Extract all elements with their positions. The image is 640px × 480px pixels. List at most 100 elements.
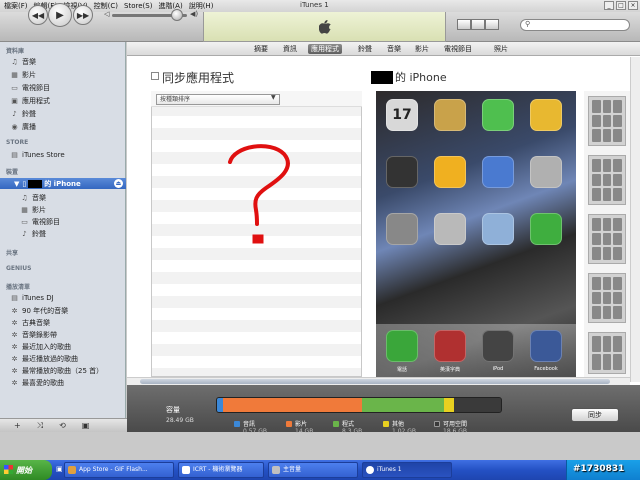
playlist-item[interactable]: ✲ 音樂錄影帶 (10, 330, 57, 340)
facebook-app-icon[interactable] (530, 330, 562, 362)
sync-apps-checkbox[interactable] (151, 72, 159, 80)
tab-tv[interactable]: 電視節目 (441, 44, 475, 54)
capacity-bar (216, 397, 502, 413)
coverflow-view-button[interactable] (485, 19, 499, 30)
messages-app-icon[interactable] (482, 99, 514, 131)
mail-app-icon[interactable] (482, 156, 514, 188)
app-a-app-icon[interactable] (434, 213, 466, 245)
sort-dropdown[interactable]: 按種類排序 (156, 94, 280, 105)
playlist-item[interactable]: ✲ 90 年代的音樂 (10, 306, 69, 316)
artwork-button[interactable]: ▣ (82, 421, 90, 430)
tv-icon: ▭ (11, 84, 18, 92)
playlist-item[interactable]: ✲ 最近加入的歌曲 (10, 342, 71, 352)
menu-store[interactable]: Store(S) (124, 2, 152, 10)
playlist-item[interactable]: ✲ 最喜愛的歌曲 (10, 378, 64, 388)
add-playlist-button[interactable]: + (14, 421, 21, 430)
gear-icon: ✲ (11, 343, 18, 351)
playlist-item[interactable]: ✲ 最近播放過的歌曲 (10, 354, 78, 364)
tab-music[interactable]: 音樂 (384, 44, 404, 54)
next-track-button[interactable]: ▶▶ (73, 5, 93, 25)
page-thumbnail[interactable] (588, 214, 626, 264)
dj-icon: ▤ (11, 294, 18, 302)
quick-launch-icon[interactable]: ▣ (56, 465, 63, 473)
apps-icon: ▣ (11, 97, 18, 105)
notes-app-icon[interactable] (530, 156, 562, 188)
sidebar-item-movies[interactable]: ▦ 影片 (10, 70, 36, 80)
iphone-title: 的 iPhone (371, 69, 447, 85)
legend-size: 18.6 GB (443, 428, 468, 435)
vertical-scrollbar[interactable] (630, 57, 640, 382)
capacity-total: 28.49 GB (166, 417, 194, 424)
tab-apps[interactable]: 應用程式 (308, 44, 342, 54)
taskbar-item[interactable]: ICRT - 機術瀏覽器 (178, 462, 264, 478)
shuffle-button[interactable]: ⤨ (37, 421, 43, 431)
sidebar-device-movies[interactable]: ▦ 影片 (20, 205, 46, 215)
ipod-app-icon[interactable] (482, 330, 514, 362)
page-thumbnail[interactable] (588, 155, 626, 205)
taskbar-item-active[interactable]: iTunes 1 (362, 462, 452, 478)
settings-app-icon[interactable] (386, 213, 418, 245)
list-view-button[interactable] (457, 19, 471, 30)
capacity-segment (222, 398, 362, 412)
dictionary-app-label: 英漢字典 (439, 367, 460, 373)
close-button[interactable]: × (628, 1, 638, 10)
taskbar-item[interactable]: 主音量 (268, 462, 358, 478)
gear-icon: ✲ (11, 379, 18, 387)
sidebar-device-ringtones[interactable]: ♪ 鈴聲 (20, 229, 46, 239)
previous-track-button[interactable]: ◀◀ (28, 5, 48, 25)
tab-ringtones[interactable]: 鈴聲 (355, 44, 375, 54)
play-button[interactable]: ▶ (48, 3, 72, 27)
tab-photos[interactable]: 照片 (491, 44, 511, 54)
sidebar-header-playlists: 播放清單 (6, 284, 31, 291)
taskbar-item[interactable]: App Store - GIF Flash... (64, 462, 174, 478)
weather-app-icon[interactable] (434, 156, 466, 188)
sidebar-header-library: 資料庫 (6, 48, 25, 55)
gear-icon: ✲ (11, 355, 18, 363)
sidebar-item-ringtones[interactable]: ♪ 鈴聲 (10, 109, 36, 119)
minimize-button[interactable]: _ (604, 1, 614, 10)
sidebar-device-tv[interactable]: ▭ 電視節目 (20, 217, 60, 227)
maximize-button[interactable]: □ (616, 1, 626, 10)
playlist-item[interactable]: ▤ iTunes DJ (10, 294, 53, 302)
volume-icon (272, 466, 280, 474)
sidebar-item-music[interactable]: ♫ 音樂 (10, 57, 36, 67)
sidebar-item-itunes-store[interactable]: ▤ iTunes Store (10, 151, 65, 159)
photos-app-icon[interactable] (434, 99, 466, 131)
search-input[interactable] (520, 19, 630, 31)
dictionary-app-icon[interactable] (434, 330, 466, 362)
page-thumbnail[interactable] (588, 273, 626, 323)
menu-file[interactable]: 檔案(F) (4, 1, 28, 11)
playlist-item[interactable]: ✲ 最常播放的歌曲（25 首） (10, 366, 104, 376)
capacity-segment (454, 398, 501, 412)
legend-swatch (234, 420, 240, 427)
eject-icon[interactable]: ⏏ (114, 179, 123, 188)
sidebar-item-tv[interactable]: ▭ 電視節目 (10, 83, 50, 93)
repeat-button[interactable]: ⟲ (59, 421, 66, 430)
volume-slider-knob[interactable] (171, 9, 183, 21)
sidebar-item-radio[interactable]: ◉ 廣播 (10, 122, 36, 132)
app-b-app-icon[interactable] (482, 213, 514, 245)
tab-movies[interactable]: 影片 (412, 44, 432, 54)
camera-app-icon[interactable] (386, 156, 418, 188)
legend-size: 0.57 GB (243, 428, 268, 435)
calendar-app-icon[interactable]: 17 (386, 99, 418, 131)
page-thumbnail[interactable] (588, 332, 626, 374)
legend-size: 8.3 GB (342, 428, 363, 435)
horizontal-scrollbar-thumb[interactable] (140, 379, 610, 384)
whatsapp-app-icon[interactable] (530, 213, 562, 245)
disclosure-triangle-icon[interactable]: ▼ (14, 180, 19, 188)
album-view-button[interactable] (471, 19, 485, 30)
sidebar-item-apps[interactable]: ▣ 應用程式 (10, 96, 50, 106)
playlist-item[interactable]: ✲ 古典音樂 (10, 318, 50, 328)
page-thumbnail[interactable] (588, 96, 626, 146)
legend-label: 音訊 (243, 421, 256, 428)
capacity-label: 容量 (166, 406, 180, 414)
sidebar-device-music[interactable]: ♫ 音樂 (20, 193, 46, 203)
sync-button[interactable]: 同步 (571, 408, 619, 422)
sunflower-app-icon[interactable] (530, 99, 562, 131)
gear-icon: ✲ (11, 307, 18, 315)
tab-summary[interactable]: 摘要 (251, 44, 271, 54)
view-switcher (457, 19, 499, 30)
phone-app-icon[interactable] (386, 330, 418, 362)
tab-info[interactable]: 資訊 (280, 44, 300, 54)
